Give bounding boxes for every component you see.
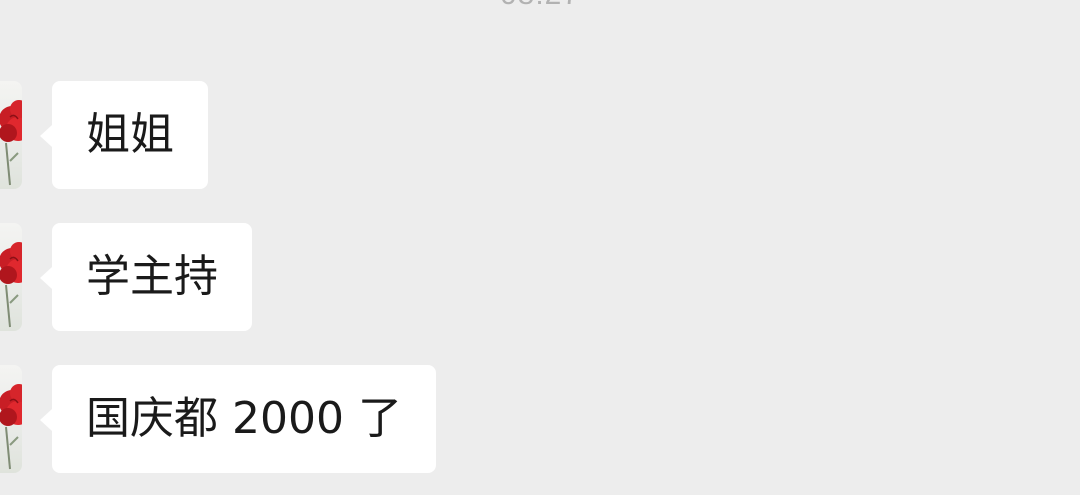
message-bubble[interactable]: 姐姐 xyxy=(40,81,208,189)
red-rose-photo-icon xyxy=(0,384,22,470)
message-row: 学主持 xyxy=(0,223,1080,333)
sender-avatar[interactable] xyxy=(0,81,22,189)
message-row: 国庆都 2000 了 xyxy=(0,365,1080,475)
sender-avatar[interactable] xyxy=(0,223,22,331)
message-bubble[interactable]: 学主持 xyxy=(40,223,252,331)
chat-timestamp: 08:27 xyxy=(0,0,1080,12)
red-rose-photo-icon xyxy=(0,100,22,186)
red-rose-photo-icon xyxy=(0,242,22,328)
sender-avatar[interactable] xyxy=(0,365,22,473)
message-text: 姐姐 xyxy=(86,109,174,160)
message-text: 学主持 xyxy=(86,251,218,302)
message-bubble[interactable]: 国庆都 2000 了 xyxy=(40,365,436,473)
message-row: 姐姐 xyxy=(0,81,1080,191)
message-text: 国庆都 2000 了 xyxy=(86,393,402,444)
